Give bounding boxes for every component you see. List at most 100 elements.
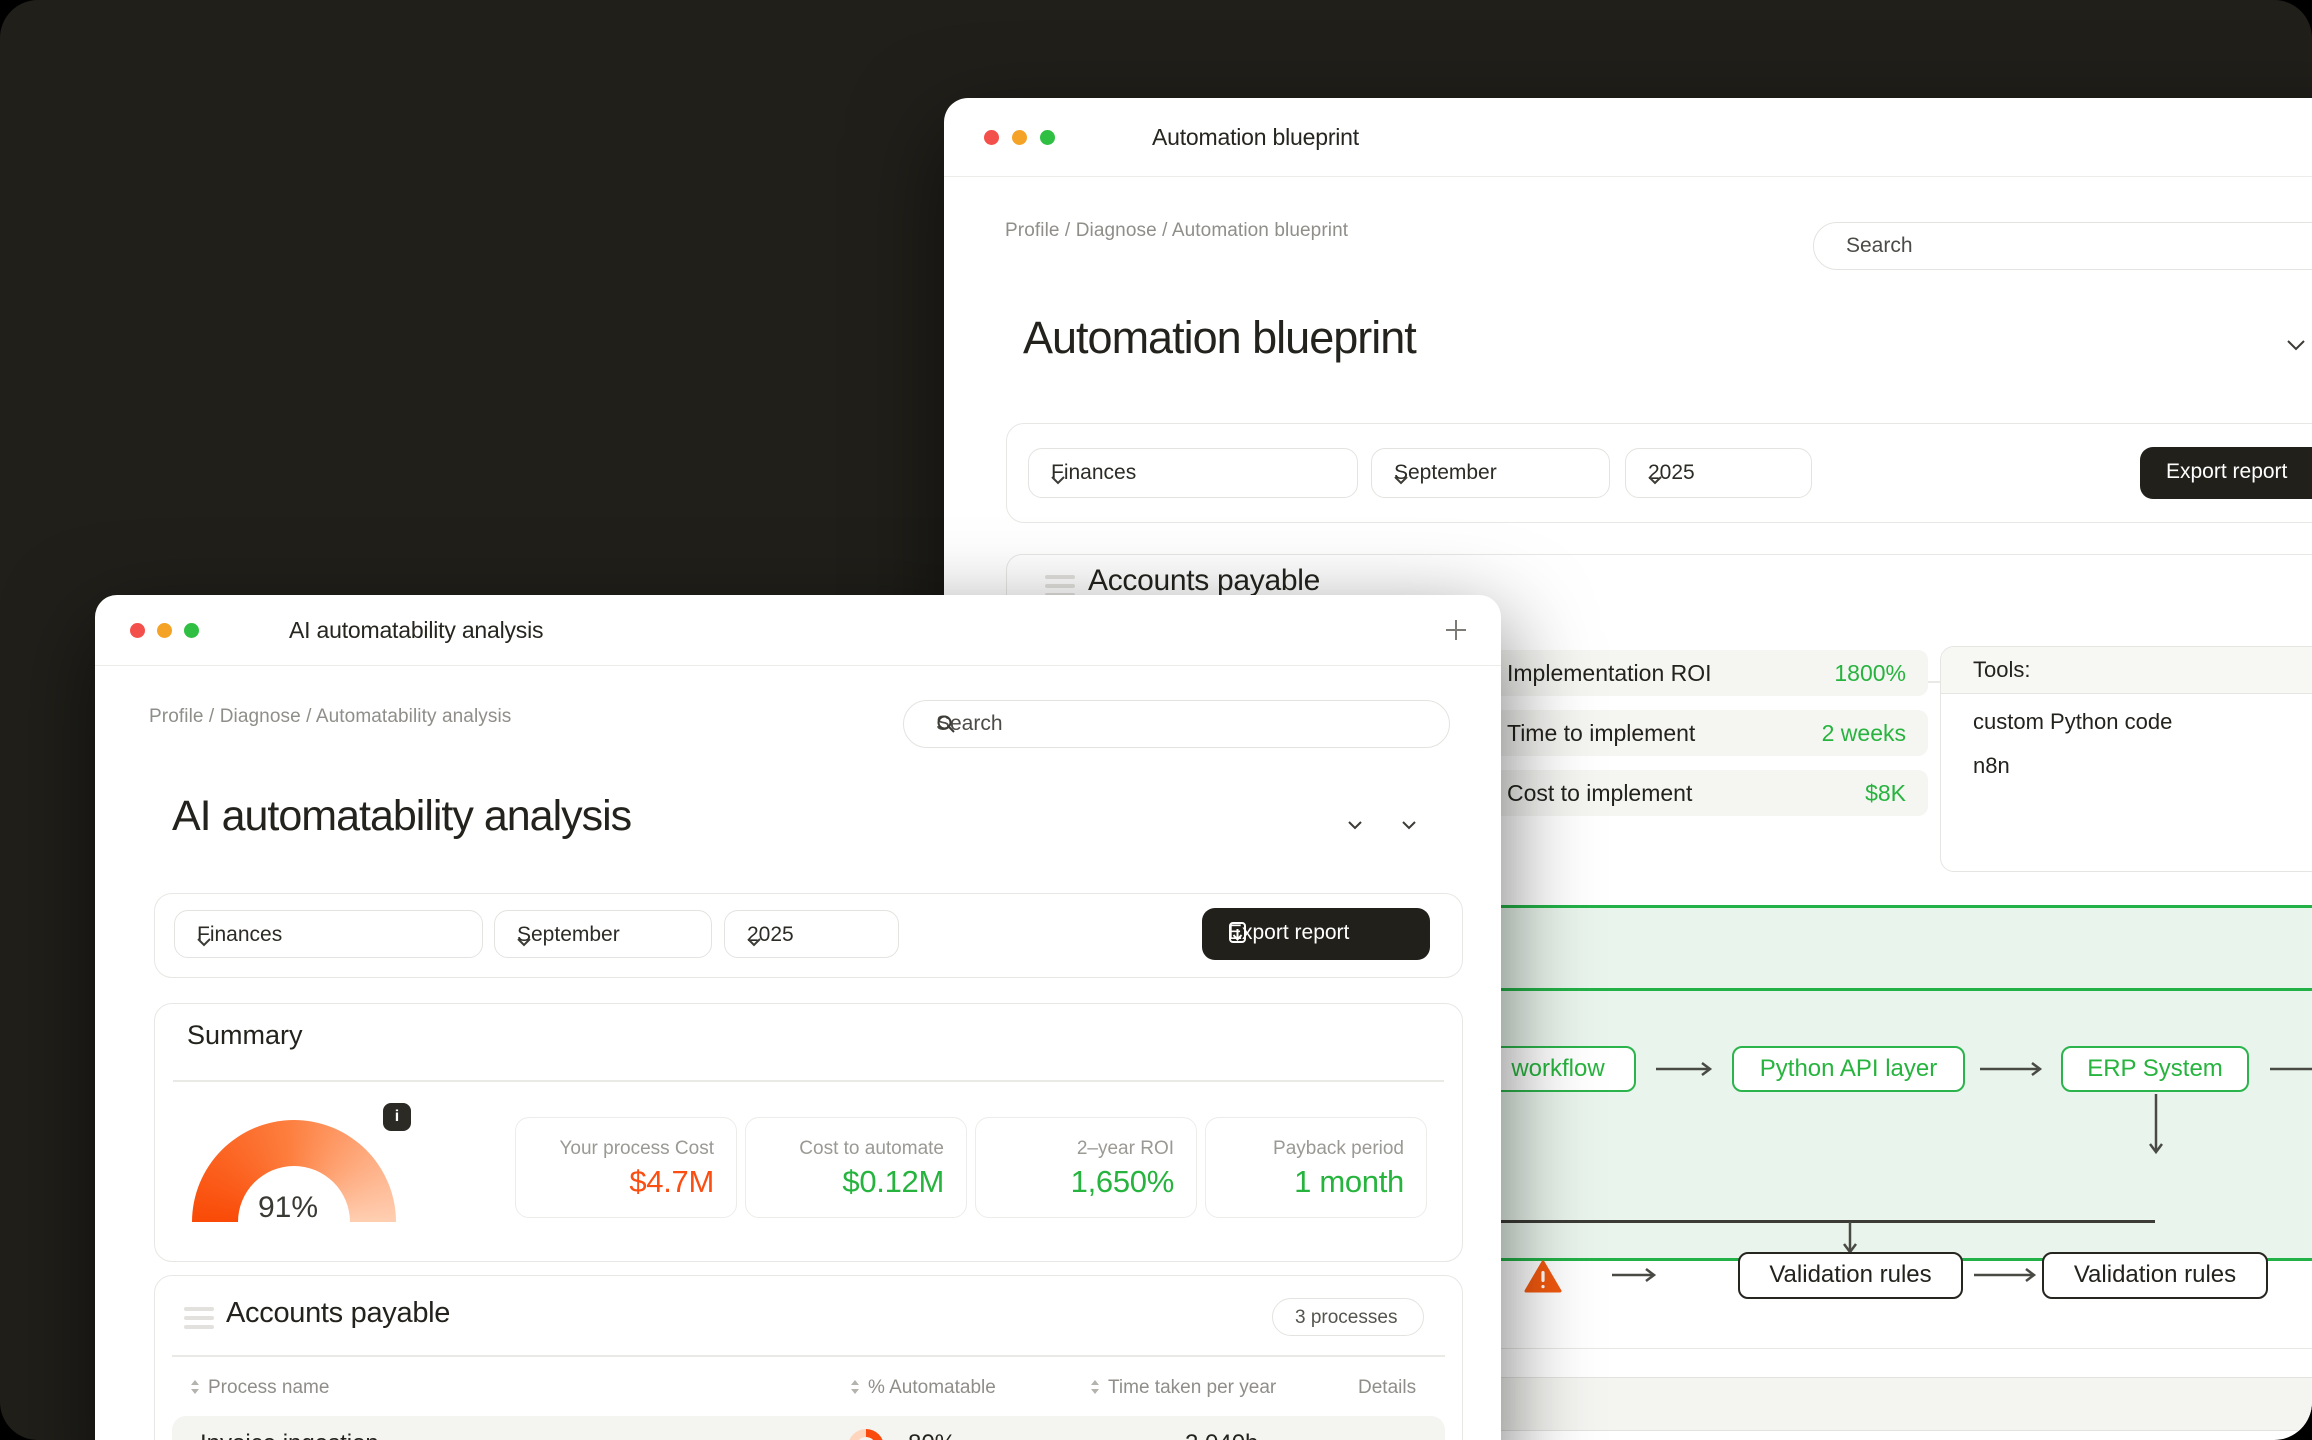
search-placeholder: Search — [1846, 234, 1913, 258]
diagram-node-validation-2: Validation rules — [2042, 1252, 2268, 1299]
info-icon[interactable]: i — [383, 1103, 411, 1131]
close-button[interactable] — [130, 623, 145, 638]
node-label: ERP System — [2087, 1055, 2223, 1082]
stat-card-cost-to-automate: Cost to automate $0.12M — [745, 1117, 967, 1218]
arrow-down-icon — [2148, 1094, 2164, 1161]
sort-icon — [190, 1378, 200, 1399]
search-input[interactable]: Search — [903, 700, 1450, 748]
chevron-down-icon[interactable] — [1347, 817, 1363, 835]
process-name: Invoice ingestion — [200, 1430, 379, 1440]
export-report-button[interactable]: Export report — [1202, 908, 1430, 960]
breadcrumb: Profile / Diagnose / Automatability anal… — [149, 706, 511, 728]
stat-card-label: Cost to automate — [799, 1138, 944, 1160]
search-input[interactable]: Search — [1813, 222, 2312, 270]
arrow-right-icon — [1656, 1060, 1714, 1083]
diagram-node-python-api: Python API layer — [1732, 1046, 1965, 1092]
stat-card-value: $4.7M — [629, 1164, 714, 1200]
chevron-down-icon[interactable] — [2286, 338, 2306, 356]
column-label: Details — [1358, 1377, 1416, 1398]
stat-card-payback: Payback period 1 month — [1205, 1117, 1427, 1218]
automatable-value: 80% — [908, 1430, 956, 1440]
stat-implementation-roi: Implementation ROI 1800% — [1485, 650, 1928, 696]
arrow-right-icon — [2270, 1060, 2312, 1083]
page-title: AI automatability analysis — [172, 792, 631, 841]
automatable-donut-icon — [848, 1429, 884, 1440]
chevron-down-icon — [517, 929, 693, 953]
search-icon — [936, 714, 1423, 740]
node-label: workflow — [1511, 1055, 1604, 1082]
table-divider — [172, 1355, 1445, 1357]
maximize-button[interactable] — [1040, 130, 1055, 145]
page-title: Automation blueprint — [1023, 312, 1416, 364]
process-count-label: 3 processes — [1295, 1307, 1397, 1329]
department-select[interactable]: Finances — [1028, 448, 1358, 498]
gauge-value: 91% — [258, 1191, 318, 1225]
stat-value: 1800% — [1834, 660, 1906, 687]
section-title: Accounts payable — [1088, 564, 1320, 598]
minimize-button[interactable] — [157, 623, 172, 638]
column-header-process-name[interactable]: Process name — [190, 1377, 329, 1399]
maximize-button[interactable] — [184, 623, 199, 638]
arrow-right-icon — [1974, 1266, 2038, 1289]
stat-label: Time to implement — [1507, 720, 1695, 747]
arrow-right-icon — [1980, 1060, 2044, 1083]
year-select[interactable]: 2025 — [1625, 448, 1812, 498]
sort-icon — [850, 1378, 860, 1399]
column-header-details: Details — [1358, 1377, 1416, 1399]
export-report-button[interactable]: Export report — [2140, 447, 2312, 499]
titlebar-divider — [95, 665, 1501, 666]
stat-card-value: 1,650% — [1071, 1164, 1174, 1200]
diagram-node-workflow: workflow — [1480, 1046, 1636, 1092]
window-ai-automatability: AI automatability analysis Profile / Dia… — [95, 595, 1501, 1440]
breadcrumb: Profile / Diagnose / Automation blueprin… — [1005, 220, 1348, 242]
stat-card-roi: 2–year ROI 1,650% — [975, 1117, 1197, 1218]
window-title: AI automatability analysis — [289, 617, 543, 644]
diagram-node-validation-1: Validation rules — [1738, 1252, 1963, 1299]
desktop: Automation blueprint Profile / Diagnose … — [0, 0, 2312, 1440]
chevron-down-icon[interactable] — [1401, 817, 1417, 835]
stat-card-value: $0.12M — [842, 1164, 944, 1200]
chevron-down-icon — [197, 929, 464, 953]
tool-item: n8n — [1973, 753, 2010, 779]
stat-value: $8K — [1865, 780, 1906, 807]
node-label: Validation rules — [2074, 1261, 2236, 1288]
download-file-icon — [1228, 922, 1410, 952]
column-header-time-taken[interactable]: Time taken per year — [1090, 1377, 1276, 1399]
stat-cost-to-implement: Cost to implement $8K — [1485, 770, 1928, 816]
column-label: % Automatable — [868, 1377, 996, 1398]
chevron-down-icon — [1648, 467, 1793, 491]
window-title: Automation blueprint — [1152, 124, 1359, 151]
column-header-automatable[interactable]: % Automatable — [850, 1377, 996, 1399]
year-select[interactable]: 2025 — [724, 910, 899, 958]
stat-label: Cost to implement — [1507, 780, 1692, 807]
close-button[interactable] — [984, 130, 999, 145]
column-label: Process name — [208, 1377, 329, 1398]
table-row-invoice-ingestion[interactable]: Invoice ingestion 80% 2,040h — [172, 1416, 1445, 1440]
time-value: 2,040h — [1185, 1430, 1258, 1440]
month-select[interactable]: September — [494, 910, 712, 958]
department-select[interactable]: Finances — [174, 910, 483, 958]
column-label: Time taken per year — [1108, 1377, 1276, 1398]
process-count-badge: 3 processes — [1272, 1298, 1424, 1336]
tools-box: Tools: custom Python code n8n — [1940, 646, 2312, 872]
plus-icon[interactable] — [1443, 617, 1469, 643]
stat-card-label: Your process Cost — [559, 1138, 714, 1160]
stat-card-label: 2–year ROI — [1077, 1138, 1174, 1160]
warning-icon — [1524, 1260, 1562, 1299]
summary-divider — [173, 1080, 1444, 1082]
chevron-down-icon — [747, 929, 880, 953]
arrow-right-icon — [1612, 1266, 1658, 1289]
minimize-button[interactable] — [1012, 130, 1027, 145]
drag-handle-icon[interactable] — [184, 1307, 214, 1334]
export-report-label: Export report — [2166, 460, 2287, 484]
stat-card-process-cost: Your process Cost $4.7M — [515, 1117, 737, 1218]
diagram-node-erp: ERP System — [2061, 1046, 2249, 1092]
stat-card-value: 1 month — [1294, 1164, 1404, 1200]
month-select[interactable]: September — [1371, 448, 1610, 498]
chevron-down-icon — [1394, 467, 1591, 491]
section-title: Accounts payable — [226, 1297, 450, 1330]
info-icon-glyph: i — [395, 1108, 399, 1125]
titlebar-divider — [944, 176, 2312, 177]
tools-header-label: Tools: — [1973, 657, 2030, 683]
chevron-down-icon — [1051, 467, 1339, 491]
